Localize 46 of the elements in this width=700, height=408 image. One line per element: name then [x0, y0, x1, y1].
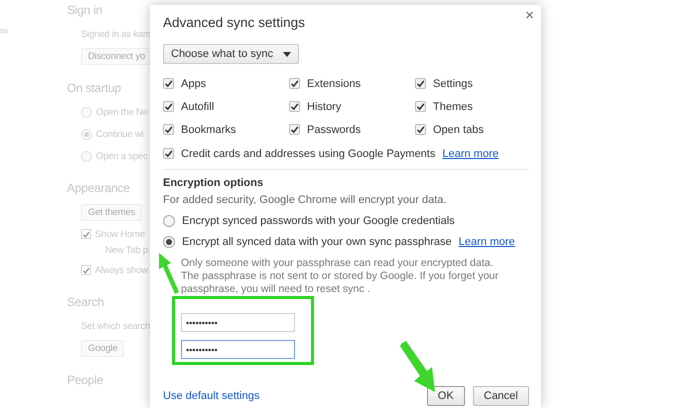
- checkbox[interactable]: [163, 148, 174, 159]
- checkbox[interactable]: [289, 101, 300, 112]
- checkbox[interactable]: [415, 101, 426, 112]
- checkbox-label: Passwords: [307, 124, 361, 136]
- radio-button[interactable]: [163, 236, 175, 248]
- radio-label: Encrypt synced passwords with your Google credentials: [182, 215, 455, 227]
- checkbox[interactable]: [81, 229, 91, 239]
- dialog-title: Advanced sync settings: [163, 15, 306, 30]
- checkbox-label: Apps: [181, 78, 206, 90]
- checkbox[interactable]: [415, 78, 426, 89]
- checkbox-label: Bookmarks: [181, 124, 236, 136]
- section-heading: Sign in: [67, 3, 104, 17]
- passphrase-field[interactable]: ••••••••••: [181, 340, 295, 359]
- learn-more-link[interactable]: Learn more: [458, 236, 515, 248]
- arrow-drawing: [400, 341, 435, 392]
- default-settings-link[interactable]: Use default settings: [163, 390, 419, 402]
- section-heading: People: [67, 373, 104, 387]
- checkbox[interactable]: [163, 101, 174, 112]
- arrow-drawing: [159, 253, 179, 294]
- checkbox[interactable]: [81, 265, 91, 275]
- passphrase-note: Only someone with your passphrase can read your encrypted data. The passphrase is not sent to or stored by Google. If you forget your passphrase, you will need to reset sync .: [181, 257, 500, 296]
- section-heading: Encryption options: [163, 177, 264, 189]
- radio-label: Encrypt all synced data with your own sync passphrase: [182, 236, 452, 248]
- checkbox[interactable]: [289, 78, 300, 89]
- section-heading: Appearance: [67, 181, 131, 195]
- radio-button[interactable]: [163, 215, 175, 227]
- checkbox[interactable]: [163, 124, 174, 135]
- passphrase-field[interactable]: ••••••••••: [181, 313, 295, 332]
- dialog-button[interactable]: Cancel: [472, 386, 529, 406]
- checkbox-label: Open tabs: [433, 124, 484, 136]
- checkbox-label: History: [307, 100, 342, 112]
- checkbox-label: Credit cards and addresses using Google Payments: [181, 148, 436, 160]
- section-heading: Search: [67, 295, 105, 309]
- checkbox-label: Extensions: [307, 78, 361, 90]
- checkbox-label: Settings: [433, 78, 473, 90]
- learn-more-link[interactable]: Learn more: [442, 148, 499, 160]
- caret-icon: [283, 52, 292, 56]
- section-heading: On startup: [67, 81, 122, 95]
- checkbox-label: Themes: [433, 100, 473, 112]
- dialog-button[interactable]: OK: [426, 386, 465, 406]
- checkbox[interactable]: [289, 124, 300, 135]
- sync-dropdown[interactable]: Choose what to sync: [163, 44, 300, 64]
- checkbox[interactable]: [415, 124, 426, 135]
- checkbox-label: Autofill: [181, 100, 214, 112]
- checkbox[interactable]: [163, 78, 174, 89]
- description-text: For added security, Google Chrome will encrypt your data.: [163, 194, 448, 206]
